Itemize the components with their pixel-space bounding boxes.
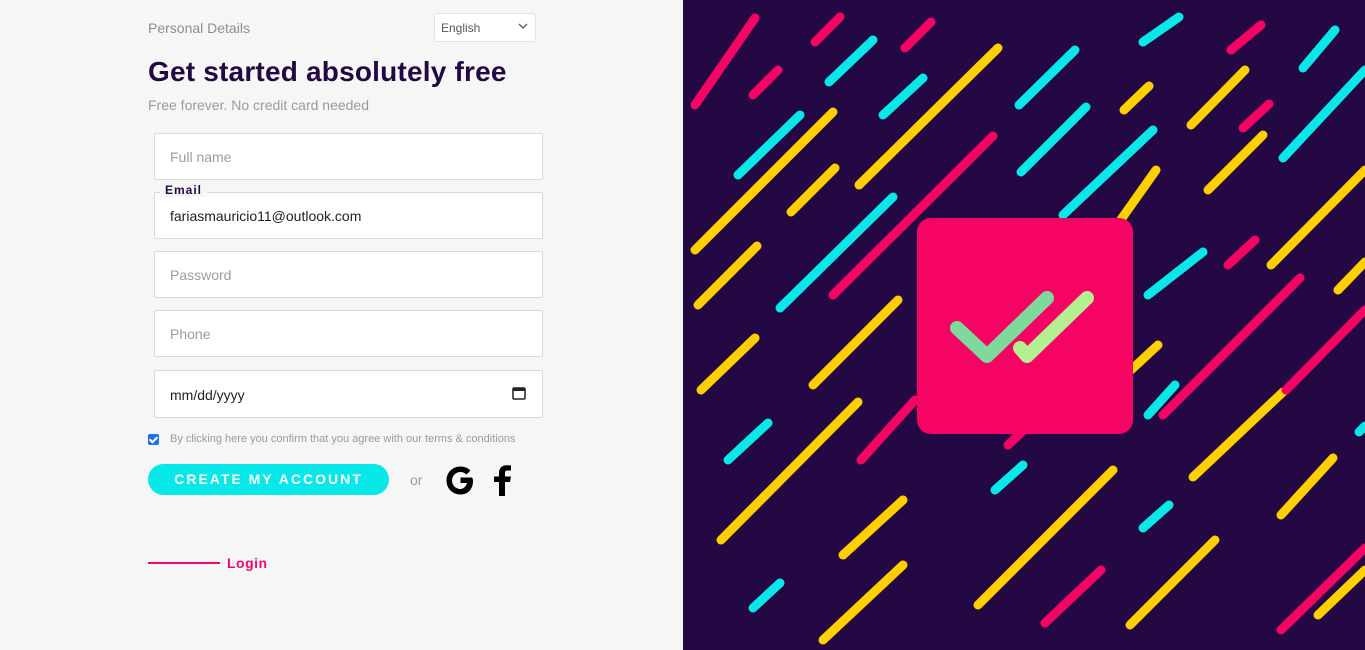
full-name-field[interactable]: Full name	[154, 133, 543, 180]
email-label: Email	[160, 183, 208, 197]
login-divider	[148, 562, 220, 564]
app-logo-tile	[917, 218, 1133, 434]
language-select[interactable]: English	[434, 13, 536, 42]
facebook-icon[interactable]	[490, 464, 514, 497]
section-label: Personal Details	[148, 20, 250, 36]
hero-illustration	[683, 0, 1365, 650]
login-link[interactable]: Login	[227, 555, 268, 571]
language-value: English	[441, 21, 481, 35]
password-field[interactable]: Password	[154, 251, 543, 298]
email-field[interactable]: fariasmauricio11@outlook.com	[154, 192, 543, 239]
terms-checkbox[interactable]	[148, 433, 159, 445]
google-icon[interactable]	[444, 464, 477, 497]
chevron-down-icon	[518, 23, 528, 30]
date-field[interactable]: mm/dd/yyyy	[154, 370, 543, 418]
calendar-icon[interactable]	[512, 386, 526, 400]
phone-field[interactable]: Phone	[154, 310, 543, 357]
signup-panel: Personal Details English Get started abs…	[0, 0, 683, 650]
terms-row: By clicking here you confirm that you ag…	[148, 433, 515, 445]
terms-text: By clicking here you confirm that you ag…	[170, 433, 516, 445]
page-subtitle: Free forever. No credit card needed	[148, 97, 370, 113]
create-account-button[interactable]: CREATE MY ACCOUNT	[148, 464, 389, 495]
date-placeholder: mm/dd/yyyy	[170, 387, 245, 403]
double-check-icon	[950, 291, 1094, 363]
page-title: Get started absolutely free	[148, 56, 507, 87]
or-separator: or	[410, 472, 423, 488]
